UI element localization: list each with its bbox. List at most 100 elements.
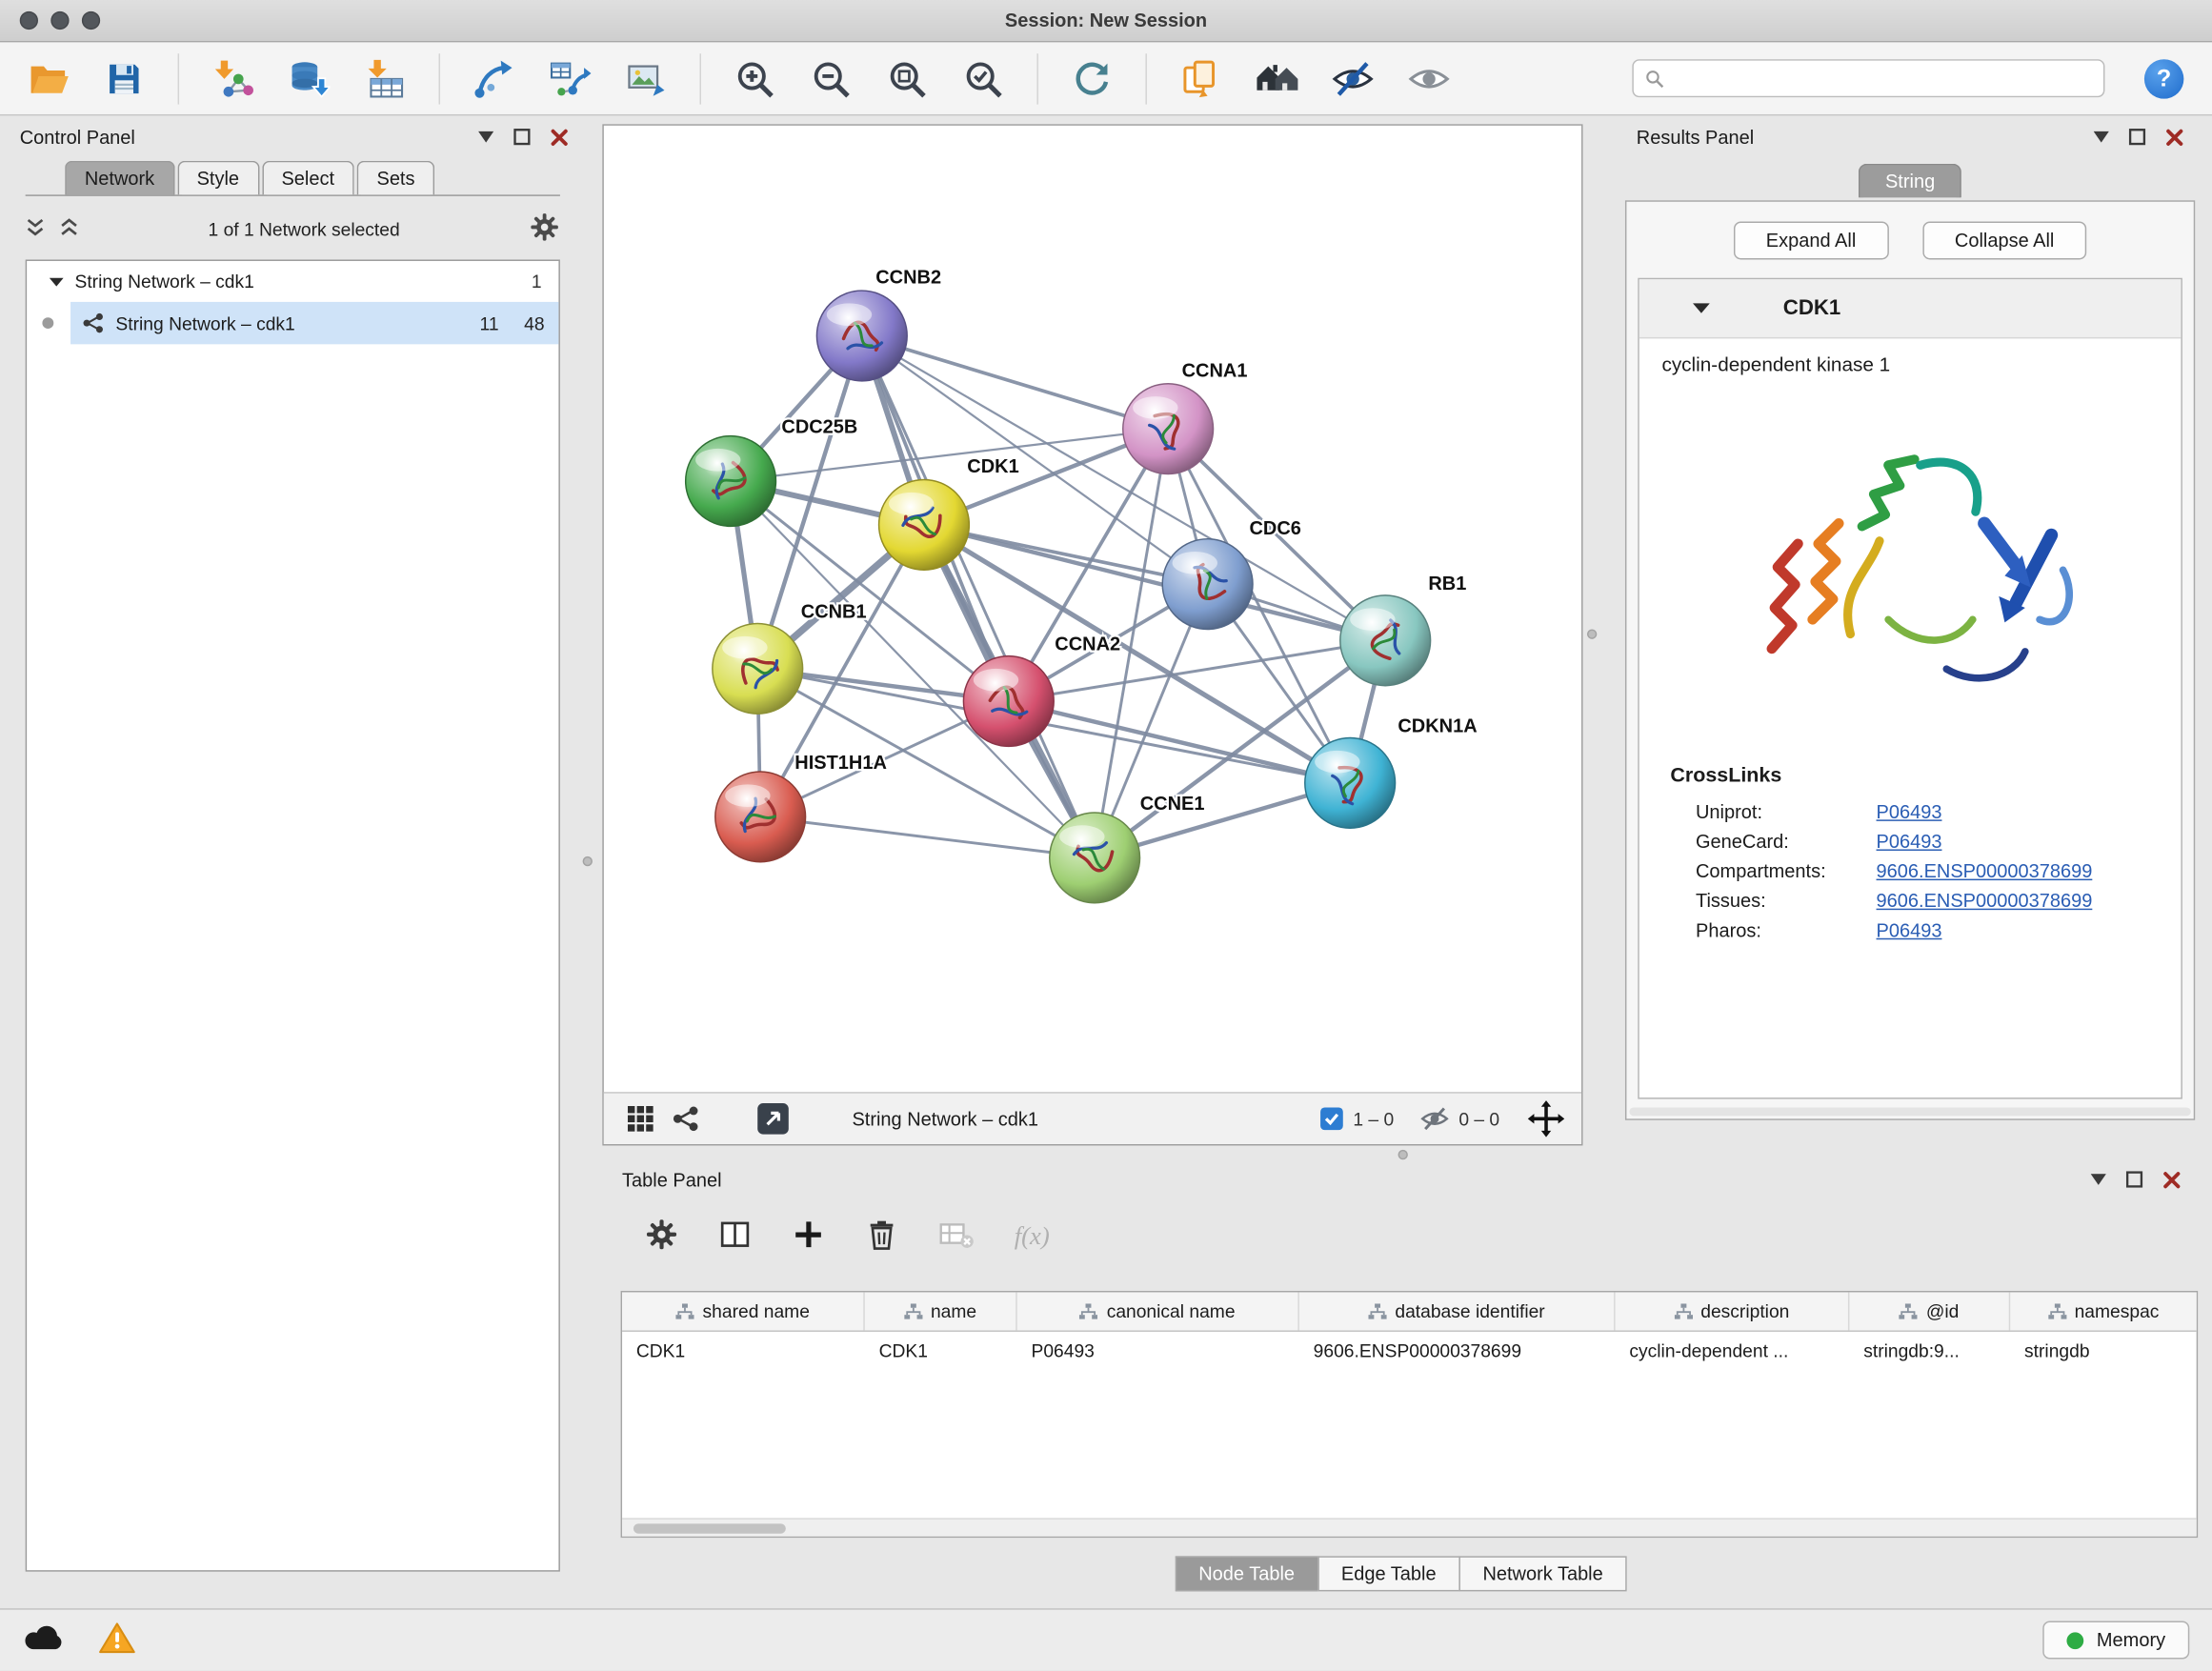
- network-node-CDKN1A[interactable]: [1305, 737, 1396, 828]
- network-node-CDC6[interactable]: [1162, 539, 1253, 630]
- panel-close-button[interactable]: [2162, 1170, 2181, 1188]
- panel-collapse-button[interactable]: [2094, 131, 2109, 143]
- crosslink-link-pharos[interactable]: P06493: [1877, 920, 1942, 941]
- column-type-icon: [675, 1303, 694, 1320]
- network-node-CDC25B[interactable]: [686, 436, 776, 527]
- zoom-fit-button[interactable]: [879, 50, 935, 107]
- save-session-button[interactable]: [96, 50, 152, 107]
- zoom-in-button[interactable]: [727, 50, 783, 107]
- protein-name: CDK1: [1783, 296, 1840, 320]
- refresh-button[interactable]: [1064, 50, 1120, 107]
- table-row[interactable]: CDK1 CDK1 P06493 9606.ENSP00000378699 cy…: [622, 1332, 2197, 1370]
- clone-network-button[interactable]: [542, 50, 598, 107]
- new-network-from-selection-button[interactable]: [466, 50, 522, 107]
- search-box[interactable]: [1632, 59, 2104, 97]
- cloud-status-button[interactable]: [23, 1622, 65, 1658]
- help-button[interactable]: ?: [2144, 58, 2183, 97]
- network-canvas[interactable]: CCNB2CCNA1CDC25BCDK1CDC6RB1CCNB1CCNA2CDK…: [604, 126, 1581, 1092]
- hide-selected-button[interactable]: [1325, 50, 1381, 107]
- warning-icon: [99, 1621, 136, 1656]
- column-header-namespace[interactable]: namespac: [2010, 1292, 2196, 1330]
- network-node-CCNB2[interactable]: [816, 291, 907, 381]
- column-header-canonical-name[interactable]: canonical name: [1017, 1292, 1299, 1330]
- network-node-RB1[interactable]: [1340, 595, 1431, 686]
- panel-close-button[interactable]: [551, 128, 569, 146]
- expand-all-button[interactable]: Expand All: [1734, 221, 1889, 259]
- panel-float-button[interactable]: [513, 129, 531, 146]
- left-splitter-handle[interactable]: [583, 856, 593, 866]
- grid-view-button[interactable]: [627, 1105, 655, 1134]
- collapse-all-networks-button[interactable]: [26, 216, 46, 240]
- add-column-button[interactable]: [792, 1217, 826, 1255]
- network-node-HIST1H1A[interactable]: [715, 772, 806, 862]
- export-image-button[interactable]: [618, 50, 674, 107]
- network-node-CCNA2[interactable]: [963, 656, 1054, 747]
- memory-button[interactable]: Memory: [2043, 1621, 2190, 1660]
- crosslink-link-tissues[interactable]: 9606.ENSP00000378699: [1877, 890, 2093, 911]
- scrollbar-thumb[interactable]: [633, 1523, 786, 1533]
- column-header-name[interactable]: name: [865, 1292, 1017, 1330]
- network-row[interactable]: String Network – cdk1 11 48: [27, 302, 558, 344]
- tab-string[interactable]: String: [1859, 164, 1962, 198]
- string-results-box: Expand All Collapse All CDK1 cyclin-depe…: [1625, 200, 2195, 1120]
- column-header-description[interactable]: description: [1616, 1292, 1850, 1330]
- crosslink-link-genecard[interactable]: P06493: [1877, 831, 1942, 852]
- search-icon: [1645, 69, 1665, 89]
- tab-select[interactable]: Select: [262, 161, 354, 195]
- warnings-button[interactable]: [99, 1621, 136, 1660]
- panel-collapse-button[interactable]: [478, 131, 493, 143]
- column-header-id[interactable]: @id: [1849, 1292, 2010, 1330]
- expand-all-networks-button[interactable]: [59, 216, 79, 240]
- apply-function-button[interactable]: f(x): [1015, 1221, 1050, 1251]
- panel-float-button[interactable]: [2126, 1171, 2143, 1188]
- network-view-panel: CCNB2CCNA1CDC25BCDK1CDC6RB1CCNB1CCNA2CDK…: [602, 124, 1582, 1145]
- delete-column-button[interactable]: [938, 1217, 975, 1255]
- panel-close-button[interactable]: [2165, 128, 2183, 146]
- network-options-gear-button[interactable]: [529, 211, 560, 246]
- search-input[interactable]: [1673, 68, 2092, 89]
- panel-float-button[interactable]: [2129, 129, 2146, 146]
- tab-network[interactable]: Network: [65, 161, 174, 195]
- collapse-all-button[interactable]: Collapse All: [1922, 221, 2087, 259]
- copy-document-button[interactable]: [1173, 50, 1229, 107]
- cloud-icon: [23, 1622, 65, 1654]
- table-settings-gear-button[interactable]: [645, 1217, 679, 1255]
- import-table-file-button[interactable]: [357, 50, 413, 107]
- detach-view-button[interactable]: [756, 1102, 791, 1137]
- protein-section-header[interactable]: CDK1: [1639, 279, 2182, 338]
- network-row-selected[interactable]: String Network – cdk1 11 48: [70, 302, 558, 344]
- network-node-CDK1[interactable]: [879, 479, 970, 570]
- right-splitter-handle[interactable]: [1587, 629, 1597, 638]
- selected-counts: 1 – 0: [1353, 1108, 1394, 1129]
- network-node-CCNE1[interactable]: [1050, 813, 1140, 903]
- zoom-selected-button[interactable]: [955, 50, 1012, 107]
- show-all-button[interactable]: [1400, 50, 1457, 107]
- zoom-out-button[interactable]: [803, 50, 859, 107]
- column-header-database-identifier[interactable]: database identifier: [1299, 1292, 1616, 1330]
- crosslink-link-compartments[interactable]: 9606.ENSP00000378699: [1877, 860, 2093, 881]
- show-columns-button[interactable]: [718, 1217, 753, 1255]
- birdseye-view-button[interactable]: [672, 1105, 700, 1134]
- results-scrollbar[interactable]: [1629, 1107, 2190, 1116]
- import-network-file-button[interactable]: [205, 50, 261, 107]
- crosslink-link-uniprot[interactable]: P06493: [1877, 801, 1942, 822]
- pan-mode-button[interactable]: [1528, 1100, 1565, 1137]
- column-header-shared-name[interactable]: shared name: [622, 1292, 865, 1330]
- crosslink-label: Compartments:: [1696, 860, 1877, 881]
- tab-style[interactable]: Style: [177, 161, 259, 195]
- home-views-button[interactable]: [1249, 50, 1305, 107]
- network-node-CCNA1[interactable]: [1123, 384, 1214, 474]
- tab-edge-table[interactable]: Edge Table: [1317, 1556, 1460, 1591]
- tab-sets[interactable]: Sets: [357, 161, 434, 195]
- import-network-database-button[interactable]: [281, 50, 337, 107]
- tab-network-table[interactable]: Network Table: [1458, 1556, 1627, 1591]
- network-node-CCNB1[interactable]: [713, 624, 803, 715]
- tab-node-table[interactable]: Node Table: [1175, 1556, 1318, 1591]
- bottom-splitter-handle[interactable]: [1398, 1150, 1408, 1159]
- table-horizontal-scrollbar[interactable]: [622, 1518, 2197, 1536]
- open-session-button[interactable]: [20, 50, 76, 107]
- panel-collapse-button[interactable]: [2091, 1174, 2106, 1185]
- network-collection-count: 1: [532, 271, 542, 292]
- network-collection-row[interactable]: String Network – cdk1 1: [27, 261, 558, 302]
- delete-rows-button[interactable]: [865, 1217, 899, 1255]
